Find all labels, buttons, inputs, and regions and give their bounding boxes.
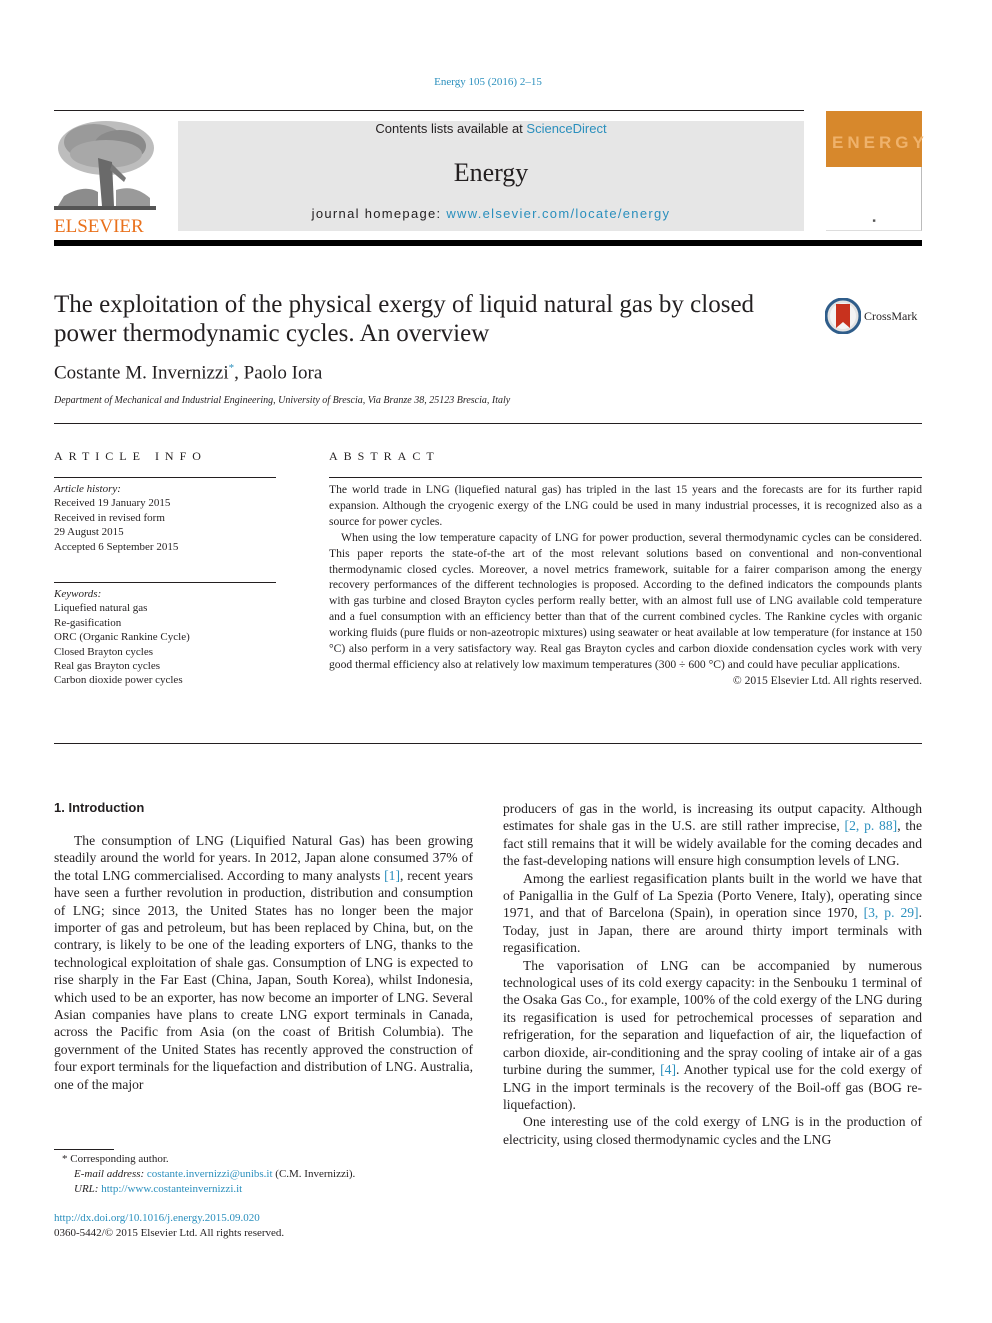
body-column-left: 1. Introduction The consumption of LNG (… <box>54 800 473 1093</box>
history-item: Received in revised form <box>54 511 165 524</box>
cover-orange-band: ENERGY <box>826 111 928 167</box>
body-paragraph: Among the earliest regasification plants… <box>503 870 922 957</box>
author-name: Paolo Iora <box>243 362 323 384</box>
article-title: The exploitation of the physical exergy … <box>54 291 755 347</box>
journal-reference-link[interactable]: Energy 105 (2016) 2–15 <box>0 76 976 88</box>
email-label: E-mail address: <box>74 1167 147 1180</box>
email-link[interactable]: costante.invernizzi@unibs.it <box>147 1168 273 1180</box>
doi-block: http://dx.doi.org/10.1016/j.energy.2015.… <box>54 1211 284 1241</box>
abstract-copyright: © 2015 Elsevier Ltd. All rights reserved… <box>732 673 922 687</box>
author-name: Costante M. Invernizzi <box>54 362 229 384</box>
journal-header-box: Contents lists available at ScienceDirec… <box>178 121 804 231</box>
cover-publisher-mark: ■ <box>872 219 876 224</box>
top-rule <box>54 110 804 111</box>
affiliation: Department of Mechanical and Industrial … <box>54 395 511 406</box>
citation-link[interactable]: [4] <box>660 1062 676 1077</box>
doi-link[interactable]: http://dx.doi.org/10.1016/j.energy.2015.… <box>54 1212 260 1224</box>
history-item: Received 19 January 2015 <box>54 497 171 510</box>
abstract-paragraph: The world trade in LNG (liquefied natura… <box>329 483 922 528</box>
abstract-bottom-rule <box>54 743 922 744</box>
url-line: URL: http://www.costanteinvernizzi.it <box>62 1182 355 1197</box>
crossmark-icon <box>825 298 861 334</box>
keyword-item: Re-gasification <box>54 616 122 629</box>
keyword-item: Closed Brayton cycles <box>54 645 153 658</box>
header-thick-rule <box>54 240 922 246</box>
corresponding-author-note: * Corresponding author. <box>62 1153 169 1165</box>
body-text: producers of gas in the world, is increa… <box>503 800 922 1148</box>
keywords-label: Keywords: <box>54 588 102 601</box>
homepage-prefix: journal homepage: <box>311 206 447 221</box>
article-info-panel: ARTICLE INFO Article history: Received 1… <box>54 449 276 688</box>
history-item: 29 August 2015 <box>54 526 124 539</box>
article-history-label: Article history: <box>54 483 121 495</box>
affiliation-rule <box>54 423 922 424</box>
divider <box>329 477 922 478</box>
citation-link[interactable]: [2, p. 88] <box>845 818 898 833</box>
keyword-item: Carbon dioxide power cycles <box>54 674 183 687</box>
abstract-panel: ABSTRACT The world trade in LNG (liquefi… <box>329 449 922 689</box>
abstract-text: The world trade in LNG (liquefied natura… <box>329 482 922 673</box>
body-paragraph: One interesting use of the cold exergy o… <box>503 1114 922 1147</box>
body-text: The consumption of LNG (Liquified Natura… <box>54 832 473 1093</box>
author-separator: , <box>234 362 244 384</box>
email-suffix: (C.M. Invernizzi). <box>272 1167 356 1180</box>
elsevier-tree-icon <box>54 118 156 210</box>
email-line: E-mail address: costante.invernizzi@unib… <box>62 1167 355 1182</box>
abstract-heading: ABSTRACT <box>329 449 440 463</box>
text-run: The vaporisation of LNG can be accompani… <box>503 957 922 1078</box>
body-column-right: producers of gas in the world, is increa… <box>503 800 922 1148</box>
author-url-link[interactable]: http://www.costanteinvernizzi.it <box>101 1183 242 1195</box>
contents-line: Contents lists available at ScienceDirec… <box>178 122 804 136</box>
keywords: Keywords: Liquefied natural gas Re-gasif… <box>54 587 276 688</box>
keyword-item: ORC (Organic Rankine Cycle) <box>54 631 190 644</box>
sciencedirect-link[interactable]: ScienceDirect <box>526 121 606 136</box>
elsevier-wordmark: ELSEVIER <box>54 216 144 237</box>
journal-name: Energy <box>453 158 529 187</box>
contents-prefix: Contents lists available at <box>375 121 527 136</box>
homepage-line: journal homepage: www.elsevier.com/locat… <box>178 206 804 221</box>
footnote-rule <box>54 1149 114 1150</box>
body-paragraph: producers of gas in the world, is increa… <box>503 800 922 870</box>
text-run: , recent years have seen a further revol… <box>54 867 473 1092</box>
journal-homepage-link[interactable]: www.elsevier.com/locate/energy <box>446 206 670 221</box>
footnotes: * Corresponding author. E-mail address: … <box>62 1152 355 1196</box>
citation-link[interactable]: [1] <box>384 868 400 883</box>
divider <box>54 477 276 478</box>
journal-cover-thumbnail[interactable]: ENERGY ■ <box>826 111 928 231</box>
author-list: Costante M. Invernizzi*, Paolo Iora <box>54 362 322 384</box>
body-paragraph: The vaporisation of LNG can be accompani… <box>503 957 922 1114</box>
article-history: Article history: Received 19 January 201… <box>54 482 276 554</box>
citation-link[interactable]: [3, p. 29] <box>864 905 919 920</box>
crossmark-label: CrossMark <box>864 308 918 323</box>
divider <box>54 582 276 584</box>
elsevier-logo[interactable]: ELSEVIER <box>54 118 156 237</box>
crossmark-badge[interactable]: CrossMark <box>825 296 925 336</box>
cover-title: ENERGY <box>832 133 928 152</box>
issn-copyright: 0360-5442/© 2015 Elsevier Ltd. All right… <box>54 1227 285 1239</box>
url-label: URL: <box>74 1182 102 1195</box>
keyword-item: Real gas Brayton cycles <box>54 660 160 673</box>
keyword-item: Liquefied natural gas <box>54 602 148 615</box>
article-info-heading: ARTICLE INFO <box>54 449 207 463</box>
abstract-paragraph: When using the low temperature capacity … <box>329 530 922 671</box>
section-heading-introduction: 1. Introduction <box>54 800 145 815</box>
history-item: Accepted 6 September 2015 <box>54 540 179 553</box>
text-run: Among the earliest regasification plants… <box>503 870 922 921</box>
body-paragraph: The consumption of LNG (Liquified Natura… <box>54 832 473 1093</box>
